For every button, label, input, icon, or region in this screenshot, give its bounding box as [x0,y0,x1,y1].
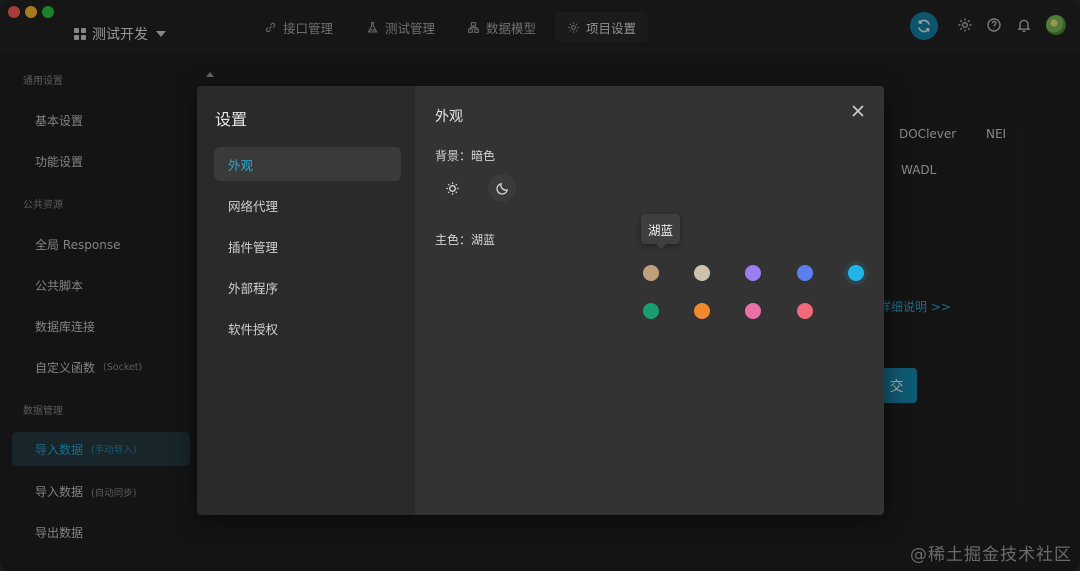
settings-nav-label: 软件授权 [228,321,279,337]
sun-icon [445,181,459,195]
color-swatch-pink[interactable] [745,303,761,319]
settings-nav-external-programs[interactable]: 外部程序 [214,270,401,304]
theme-light-button[interactable] [438,174,466,202]
color-swatch-green[interactable] [643,303,659,319]
close-button[interactable] [851,103,865,117]
section-title: 外观 [435,109,463,125]
moon-icon [495,182,508,195]
settings-nav-label: 网络代理 [228,198,279,214]
primary-color-label: 主色：湖蓝 [435,233,496,247]
settings-nav-plugins[interactable]: 插件管理 [214,229,401,263]
color-swatch-coral[interactable] [797,303,813,319]
theme-dark-button[interactable] [488,174,516,202]
color-swatch-blue[interactable] [797,265,813,281]
background-label: 背景：暗色 [435,149,496,163]
appearance-panel: 外观 背景：暗色 主色：湖蓝 [415,86,884,515]
close-icon [852,105,864,117]
color-swatch-tan[interactable] [643,265,659,281]
color-swatch-beige[interactable] [694,265,710,281]
settings-nav-network-proxy[interactable]: 网络代理 [214,188,401,222]
settings-nav-label: 外部程序 [228,280,279,296]
color-swatch-purple[interactable] [745,265,761,281]
settings-modal: 设置 外观 网络代理 插件管理 外部程序 软件授权 外观 背景：暗色 主色：湖蓝 [197,86,884,515]
settings-nav: 设置 外观 网络代理 插件管理 外部程序 软件授权 [197,86,415,515]
watermark: @稀土掘金技术社区 [910,545,1072,565]
color-swatch-lake-blue[interactable] [848,265,864,281]
modal-title: 设置 [215,110,248,129]
color-swatch-orange[interactable] [694,303,710,319]
settings-nav-label: 外观 [228,157,254,173]
settings-nav-license[interactable]: 软件授权 [214,311,401,345]
settings-nav-label: 插件管理 [228,239,279,255]
color-tooltip: 湖蓝 [641,214,681,249]
settings-nav-appearance[interactable]: 外观 [214,147,401,181]
app-window: 测试开发 接口管理 测试管理 数据模型 项目设置 通用设置 基本设置 功能设置 … [0,0,1080,571]
